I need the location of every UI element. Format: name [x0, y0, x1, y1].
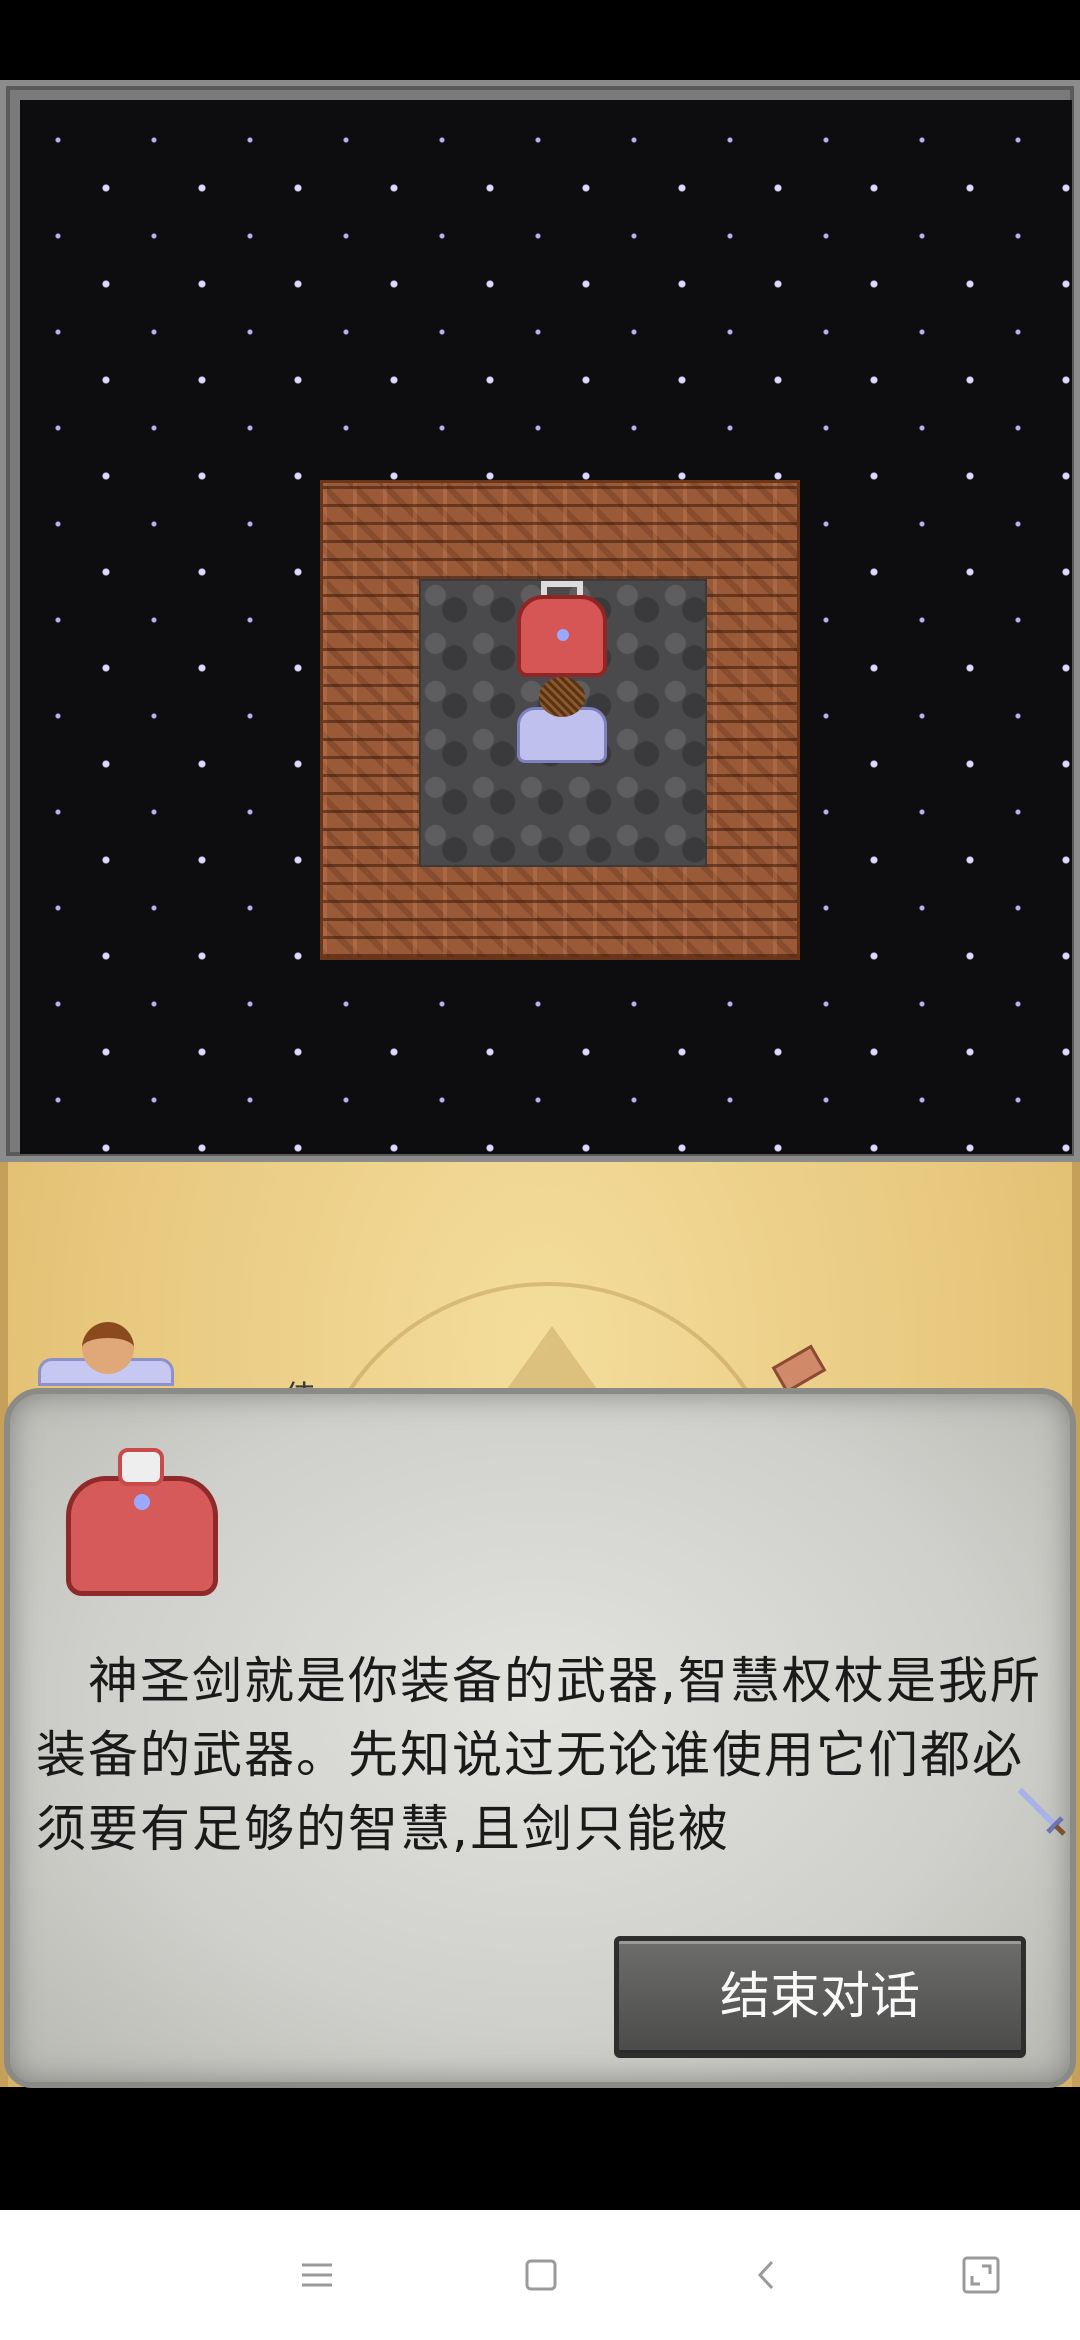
- map-frame: [0, 80, 1080, 1162]
- speaker-face: [118, 1448, 164, 1486]
- hero-character[interactable]: [517, 677, 607, 767]
- sword-icon[interactable]: [1016, 1786, 1068, 1838]
- corner-expand-icon[interactable]: [956, 2250, 1006, 2300]
- starfield-map[interactable]: [20, 100, 1072, 1154]
- npc-gem: [557, 629, 569, 641]
- menu-icon[interactable]: [292, 2250, 342, 2300]
- room-wall: [320, 480, 800, 960]
- room-floor[interactable]: [419, 579, 707, 867]
- speaker-gem: [134, 1494, 150, 1510]
- home-square-icon[interactable]: [516, 2250, 566, 2300]
- dialog-text: 神圣剑就是你装备的武器,智慧权杖是我所装备的武器。先知说过无论谁使用它们都必须要…: [36, 1652, 1042, 1858]
- hero-head: [539, 677, 585, 717]
- speaker-portrait: [66, 1448, 218, 1598]
- hero-portrait-small: [38, 1322, 174, 1386]
- dialog-panel: 神圣剑就是你装备的武器,智慧权杖是我所装备的武器。先知说过无论谁使用它们都必须要…: [4, 1388, 1076, 2088]
- bottom-black-strip: [0, 2088, 1080, 2210]
- end-dialog-button[interactable]: 结束对话: [614, 1936, 1026, 2058]
- npc-helmet-horns: [541, 581, 583, 595]
- back-chevron-icon[interactable]: [742, 2250, 792, 2300]
- status-bar: [0, 0, 1080, 80]
- hero-portrait-face: [82, 1322, 134, 1374]
- system-nav-bar: [0, 2210, 1080, 2340]
- red-armored-npc[interactable]: [517, 581, 607, 677]
